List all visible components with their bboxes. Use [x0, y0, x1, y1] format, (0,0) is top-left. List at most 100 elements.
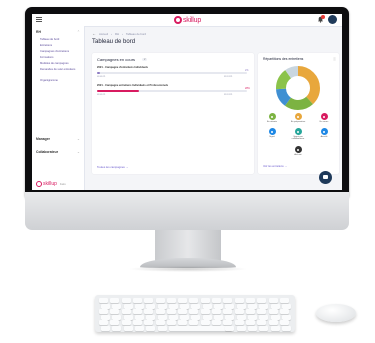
keyboard-key: [101, 303, 110, 309]
breadcrumb-item[interactable]: RH: [115, 32, 119, 36]
breadcrumb-separator: ›: [122, 31, 123, 36]
keyboard-key: [99, 298, 108, 303]
legend-item[interactable]: Archivé: [290, 146, 306, 156]
campaign-percent: 28%: [245, 87, 250, 90]
keyboard-key: [168, 314, 178, 320]
sidebar-item-entretiens[interactable]: Entretiens: [40, 44, 80, 47]
keyboard-key: [214, 314, 223, 320]
keyboard-key: [112, 326, 122, 331]
chevron-down-icon[interactable]: ⌄: [77, 137, 80, 141]
campaign-name[interactable]: 2021 - Campagne entretiens Individuels e…: [97, 84, 168, 87]
keyboard-key: [281, 303, 291, 309]
keyboard-key: [245, 309, 255, 315]
keyboard-key: [236, 314, 246, 320]
breadcrumb-item[interactable]: Accueil: [99, 32, 108, 36]
keyboard-key: [214, 303, 223, 309]
legend-item[interactable]: Signé par collaborateur: [290, 128, 306, 140]
keyboard-key: [132, 320, 142, 326]
keyboard-key: [168, 303, 178, 309]
keyboard-row: [99, 326, 291, 331]
keyboard-key: [123, 326, 133, 331]
campaign-start-date: 01/01/21: [97, 76, 106, 78]
legend-label: En préparation: [290, 121, 306, 123]
legend-item[interactable]: Annulé: [316, 128, 332, 138]
keyboard-key: [155, 298, 165, 303]
logo-text: skillup: [183, 16, 202, 24]
legend-item[interactable]: Signé: [264, 128, 280, 138]
keyboard-key: [234, 320, 244, 326]
keyboard-key: [236, 303, 246, 309]
status-dot-icon: [294, 146, 302, 153]
sidebar-item-campagnes[interactable]: Campagnes d'entretiens: [40, 50, 80, 53]
notification-badge: [321, 15, 325, 19]
legend-label: En cours: [319, 121, 329, 123]
sidebar-logo-text: skillup: [43, 181, 57, 187]
keyboard-key: [101, 326, 110, 331]
hamburger-icon[interactable]: [36, 17, 42, 22]
keyboard-row: [99, 320, 291, 326]
keyboard-key: [281, 314, 291, 320]
legend-label: En attente: [267, 121, 277, 123]
keyboard-key: [270, 314, 280, 320]
status-dot-icon: [320, 128, 328, 135]
keyboard-key: [225, 314, 235, 320]
keyboard-key: [99, 320, 108, 326]
legend-item[interactable]: En préparation: [290, 113, 306, 123]
keyboard-key: [132, 309, 142, 315]
status-dot-icon: [268, 113, 276, 120]
keyboard-key: [178, 309, 188, 315]
keyboard-key: [134, 303, 144, 309]
app-logo[interactable]: skillup: [174, 15, 201, 25]
chat-button[interactable]: [319, 171, 332, 184]
sidebar-section-rh[interactable]: RH: [36, 30, 41, 34]
keyboard-key: [191, 303, 201, 309]
keyboard-key: [202, 303, 212, 309]
sidebar-item-formations[interactable]: Formations: [40, 56, 80, 59]
user-avatar[interactable]: [328, 15, 337, 24]
keyboard-key: [121, 309, 131, 315]
campaign-name[interactable]: 2021 - Campagne d'entretiens Individuels: [97, 66, 148, 69]
keyboard-key: [257, 309, 267, 315]
status-dot-icon: [294, 113, 302, 120]
legend-item[interactable]: En cours: [316, 113, 332, 123]
keyboard-key: [191, 314, 201, 320]
sidebar-item-modeles[interactable]: Modèles de campagnes: [40, 62, 80, 65]
keyboard-key: [234, 309, 244, 315]
keyboard-row: [99, 298, 291, 303]
keyboard-key: [144, 320, 154, 326]
keyboard-key: [155, 320, 165, 326]
page-title: Tableau de bord: [92, 39, 136, 45]
keyboard-key: [212, 309, 221, 315]
campaigns-card: Campagnes en cours 2 2021 - Campagne d'e…: [92, 53, 254, 174]
keyboard-key: [225, 326, 235, 331]
chevron-up-icon[interactable]: ⌃: [77, 30, 80, 34]
status-dot-icon: [320, 113, 328, 120]
distribution-card-title: Répartitions des entretiens: [263, 57, 304, 61]
keyboard-key: [259, 326, 269, 331]
campaign-percent: 2%: [245, 69, 249, 72]
keyboard-key: [257, 320, 267, 326]
legend-label: Signé par collaborateur: [291, 136, 305, 140]
keyboard: [95, 295, 295, 332]
sidebar-item-tableau-de-bord[interactable]: Tableau de bord: [40, 38, 80, 41]
monitor-chin: [25, 192, 349, 230]
sidebar-item-organigramme[interactable]: Organigramme: [40, 79, 80, 82]
logo-mark-icon: [174, 16, 182, 24]
keyboard-key: [234, 298, 244, 303]
keyboard-key: [189, 298, 199, 303]
info-icon[interactable]: ⓘ: [333, 57, 336, 61]
view-interviews-link[interactable]: Voir les entretiens →: [263, 165, 287, 168]
all-campaigns-link[interactable]: Toutes les campagnes →: [97, 165, 128, 169]
logo-mark-icon: [36, 181, 42, 187]
keyboard-key: [155, 309, 165, 315]
sidebar-section-manager[interactable]: Manager: [36, 137, 50, 141]
chevron-down-icon[interactable]: ⌄: [77, 150, 80, 154]
sidebar-section-collaborateur[interactable]: Collaborateur: [36, 150, 58, 154]
interviews-distribution-card: Répartitions des entretiens ⓘ En attente…: [258, 53, 339, 174]
legend-label: Annulé: [320, 136, 328, 138]
sidebar-item-demandes[interactable]: Demandes de suivi entretiens: [40, 68, 80, 71]
legend-item[interactable]: En attente: [264, 113, 280, 123]
keyboard-key: [279, 298, 289, 303]
back-arrow-icon[interactable]: ←: [92, 31, 96, 36]
breadcrumb-item: Tableau de bord: [125, 31, 147, 36]
